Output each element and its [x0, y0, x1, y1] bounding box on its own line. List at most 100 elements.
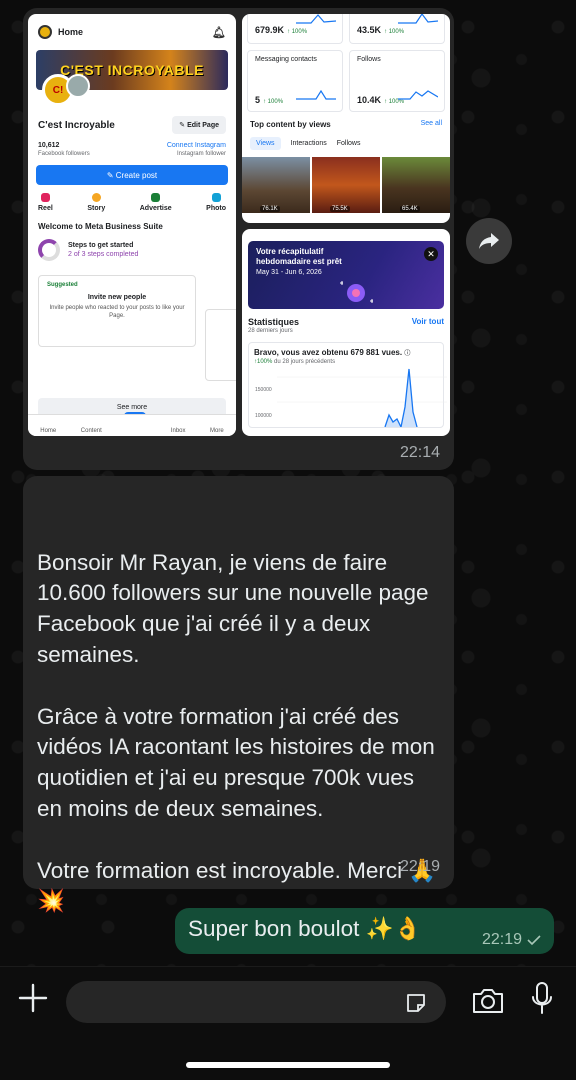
info-icon: ⓘ — [404, 351, 411, 357]
metric-label: Messaging contacts — [255, 56, 317, 63]
recap-dates: May 31 - Jun 6, 2026 — [256, 269, 322, 277]
y-tick: 150000 — [255, 387, 272, 393]
statistics-title: Statistiques — [248, 317, 300, 327]
content-tabs: Views Interactions Follows — [250, 137, 442, 150]
create-post-button: ✎ Create post — [36, 165, 228, 185]
followers-count: 10,612 — [38, 142, 60, 149]
steps-subtitle: 2 of 3 steps completed — [68, 251, 139, 258]
action-reel: Reel — [38, 193, 53, 212]
views-change-sub: du 28 jours précédents — [274, 359, 336, 365]
forward-arrow-icon — [479, 233, 499, 249]
sparkline-icon — [296, 89, 336, 100]
thumbnail-views: 76.1K — [260, 206, 280, 212]
followers-label: Facebook followers — [38, 151, 90, 157]
tab-follows: Follows — [336, 140, 361, 147]
weekly-recap-banner: Votre récapitulatif hebdomadaire est prê… — [248, 241, 444, 309]
home-title: Home — [58, 27, 84, 37]
close-icon: ✕ — [424, 247, 438, 261]
metric-value: 5 — [255, 95, 261, 105]
thumbnail-views: 75.5K — [330, 206, 350, 212]
top-content-title: Top content by views — [250, 120, 331, 129]
action-story: Story — [87, 193, 105, 212]
home-header: Home 🔔︎ — [28, 14, 236, 50]
screenshot-business-suite-home[interactable]: Home 🔔︎ C'EST INCROYABLE C! C'est Incroy… — [28, 14, 236, 436]
instagram-follower-label: Instagram follower — [176, 151, 226, 157]
metric-value: 679.9K — [255, 25, 285, 35]
see-all-link: Voir tout — [411, 317, 444, 326]
message-time: 22:19 — [399, 858, 440, 876]
top-content-header: Top content by views See all — [250, 120, 442, 129]
incoming-text-message[interactable]: Bonsoir Mr Rayan, je viens de faire 10.6… — [23, 476, 454, 913]
quick-actions: Reel Story Advertise Photo — [38, 193, 226, 212]
action-advertise: Advertise — [140, 193, 172, 212]
views-headline: Bravo, vous avez obtenu 679 881 vues. — [254, 348, 403, 357]
welcome-heading: Welcome to Meta Business Suite — [38, 222, 163, 231]
nav-home: Home — [40, 428, 57, 434]
metric-value: 43.5K — [357, 25, 382, 35]
sent-check-icon — [527, 935, 541, 946]
page-name-row: C'est Incroyable ✎ Edit Page — [38, 116, 226, 134]
video-thumbnail: 76.1K — [242, 157, 310, 213]
sticker-icon[interactable] — [404, 991, 428, 1015]
video-thumbnail: 75.5K — [312, 157, 380, 213]
thumbnail-views: 65.4K — [400, 206, 420, 212]
metric-value: 10.4K — [357, 95, 382, 105]
camera-icon[interactable] — [471, 987, 505, 1015]
suggestion-card-partial — [205, 309, 236, 381]
forward-button[interactable] — [466, 218, 512, 264]
message-body: Bonsoir Mr Rayan, je viens de faire 10.6… — [37, 549, 437, 914]
screenshot-statistics[interactable]: Votre récapitulatif hebdomadaire est prê… — [242, 229, 450, 436]
see-all-link: See all — [420, 120, 442, 127]
metric-card-follows: Follows 10.4K ↑ 100% — [349, 50, 445, 112]
outgoing-text-message[interactable]: Super bon boulot ✨👌 22:19 — [175, 908, 554, 954]
page-logo-icon — [38, 25, 52, 39]
bottom-nav: Home Content Inbox More — [28, 414, 236, 436]
reel-icon — [40, 193, 50, 202]
metric-change: ↑ 100% — [287, 29, 308, 35]
edit-page-button: ✎ Edit Page — [172, 116, 226, 134]
followers-row: 10,612 Facebook followers Connect Instag… — [38, 142, 226, 157]
tab-views: Views — [250, 137, 281, 150]
y-tick: 100000 — [255, 413, 272, 419]
statistics-period: 28 derniers jours — [248, 328, 293, 334]
suggested-badge: Suggested — [47, 282, 78, 288]
tab-interactions: Interactions — [290, 140, 327, 147]
metrics-row-2: Messaging contacts 5 ↑ 100% Follows 10.4K… — [242, 50, 450, 112]
views-card: Bravo, vous avez obtenu 679 881 vues. ⓘ … — [248, 342, 447, 428]
recap-title: Votre récapitulatif hebdomadaire est prê… — [256, 247, 342, 266]
incoming-image-message[interactable]: Home 🔔︎ C'EST INCROYABLE C! C'est Incroy… — [23, 8, 454, 470]
story-icon — [91, 193, 101, 202]
suggestion-card: Suggested Invite new people Invite peopl… — [38, 275, 196, 347]
message-input[interactable] — [66, 981, 446, 1023]
page-name: C'est Incroyable — [38, 119, 115, 131]
metric-change: ↑ 100% — [384, 29, 405, 35]
nav-more: More — [210, 428, 224, 434]
metric-change: ↑ 100% — [263, 99, 284, 105]
screenshot-insights[interactable]: 679.9K ↑ 100% 43.5K ↑ 100% Messaging conta… — [242, 14, 450, 223]
steps-progress: Steps to get started 2 of 3 steps comple… — [38, 239, 226, 261]
celebration-icon — [340, 281, 373, 303]
nav-content: Content — [80, 428, 102, 434]
bell-icon: 🔔︎ — [212, 26, 226, 39]
instagram-avatar — [66, 74, 90, 98]
metric-card-messaging: Messaging contacts 5 ↑ 100% — [247, 50, 343, 112]
message-time: 22:19 — [481, 931, 522, 948]
statistics-header: Statistiques Voir tout — [248, 317, 444, 327]
views-change: ↑100% — [254, 359, 273, 365]
sparkline-icon — [398, 90, 438, 100]
attach-plus-icon[interactable] — [18, 983, 48, 1013]
metric-card: 679.9K ↑ 100% — [247, 14, 343, 44]
home-indicator — [186, 1062, 390, 1068]
message-time: 22:14 — [399, 444, 440, 461]
metrics-row-1: 679.9K ↑ 100% 43.5K ↑ 100% — [242, 14, 450, 44]
steps-title: Steps to get started — [68, 242, 134, 249]
views-chart — [277, 368, 447, 427]
content-thumbnails: 76.1K 75.5K 65.4K — [242, 157, 450, 213]
megaphone-icon — [151, 193, 161, 202]
message-body: Super bon boulot ✨👌 — [188, 916, 422, 941]
microphone-icon[interactable] — [530, 981, 554, 1017]
message-status: 22:19 — [482, 931, 542, 949]
metric-card: 43.5K ↑ 100% — [349, 14, 445, 44]
sparkline-icon — [296, 14, 336, 24]
nav-inbox: Inbox — [170, 428, 186, 434]
